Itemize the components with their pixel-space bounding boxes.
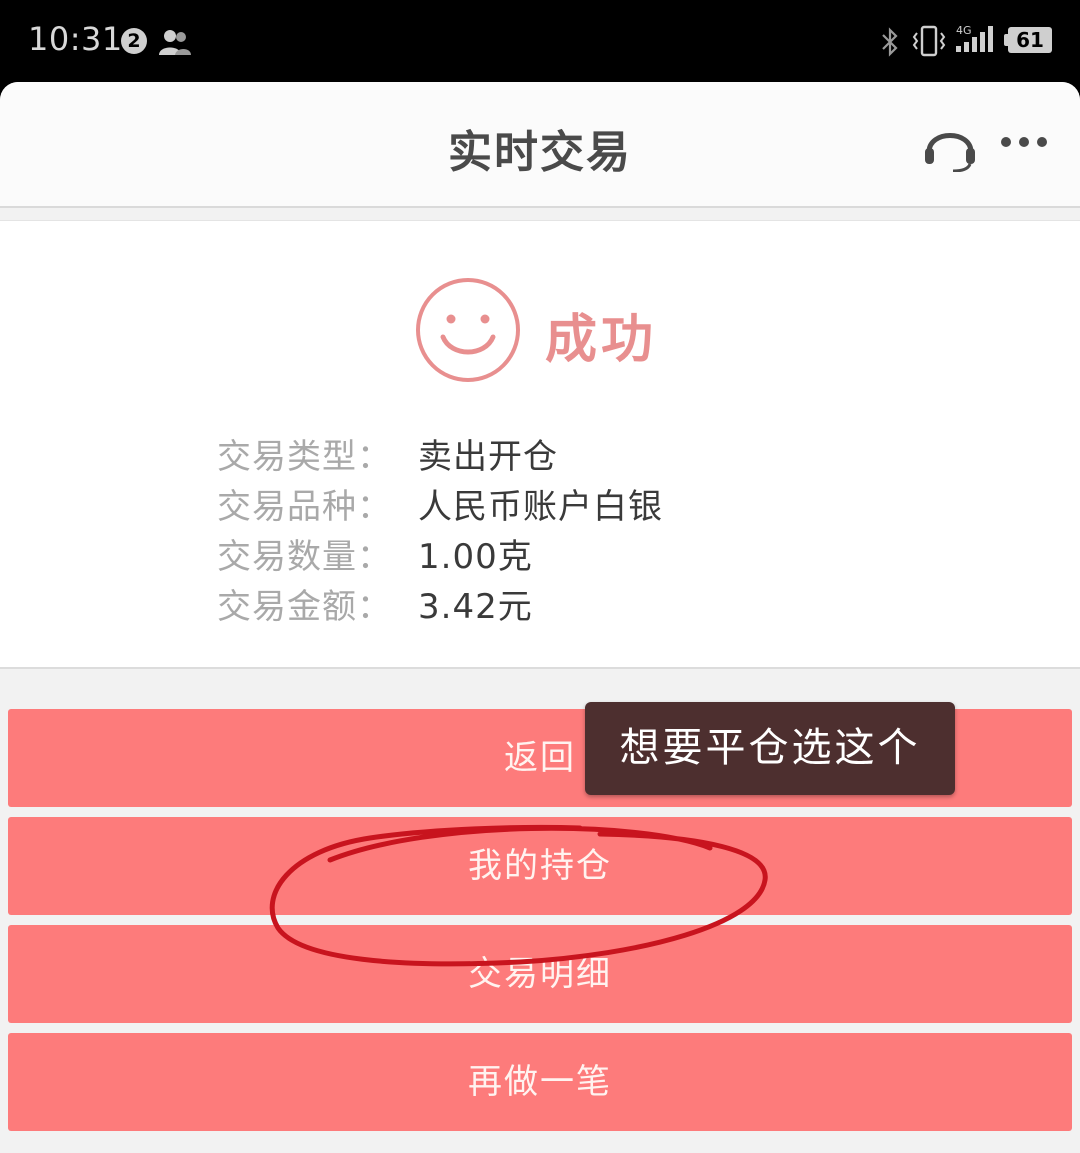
trade-details-button[interactable]: 交易明细 <box>8 925 1072 1023</box>
page-title: 实时交易 <box>448 127 632 178</box>
users-icon <box>159 30 191 55</box>
info-label: 交易数量： <box>217 537 392 577</box>
info-row-type: 交易类型： 卖出开仓 <box>217 432 917 482</box>
my-holdings-button[interactable]: 我的持仓 <box>8 817 1072 915</box>
signal-icon: 4G <box>956 24 993 52</box>
more-icon[interactable] <box>998 132 1050 152</box>
annotation-tooltip: 想要平仓选这个 <box>585 702 955 795</box>
result-panel: 成功 交易类型： 卖出开仓 交易品种： 人民币账户白银 交易数量： 1.00克 … <box>0 220 1080 669</box>
info-row-product: 交易品种： 人民币账户白银 <box>217 482 917 532</box>
battery-level: 61 <box>1008 27 1052 53</box>
notification-badge: 2 <box>121 28 147 54</box>
smile-icon <box>416 278 520 382</box>
bluetooth-icon <box>882 27 898 57</box>
trade-again-button[interactable]: 再做一笔 <box>8 1033 1072 1131</box>
info-value: 1.00克 <box>418 537 533 577</box>
info-value: 人民币账户白银 <box>418 487 663 527</box>
status-bar: 10:31 2 4G 61 <box>0 0 1080 82</box>
vibrate-icon <box>912 25 946 57</box>
info-label: 交易类型： <box>217 437 392 477</box>
info-label: 交易品种： <box>217 487 392 527</box>
svg-text:4G: 4G <box>956 24 972 37</box>
status-time: 10:31 <box>28 20 123 58</box>
app-window: 实时交易 成功 交易类型： 卖出开仓 交易品种： 人民币账户白银 交易数量： 1… <box>0 82 1080 1153</box>
info-value: 3.42元 <box>418 587 533 627</box>
info-row-quantity: 交易数量： 1.00克 <box>217 532 917 582</box>
info-value: 卖出开仓 <box>418 437 558 477</box>
success-text: 成功 <box>545 310 658 370</box>
info-label: 交易金额： <box>217 587 392 627</box>
nav-bar: 实时交易 <box>0 82 1080 208</box>
info-row-amount: 交易金额： 3.42元 <box>217 582 917 632</box>
headset-icon[interactable] <box>923 122 977 172</box>
